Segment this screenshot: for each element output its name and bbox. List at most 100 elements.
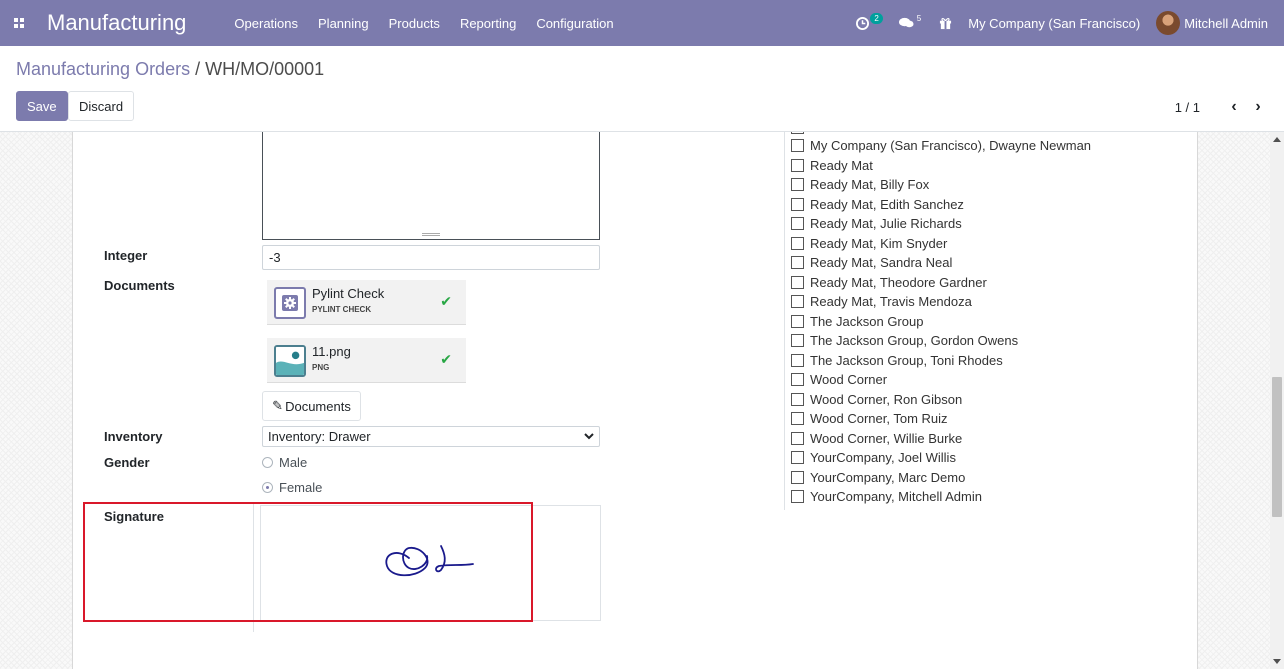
checkbox-label: The Jackson Group xyxy=(810,313,924,329)
menu-reporting[interactable]: Reporting xyxy=(460,16,516,31)
add-documents-button[interactable]: ✎ Documents xyxy=(262,391,361,421)
checkbox[interactable] xyxy=(791,256,804,269)
discard-button[interactable]: Discard xyxy=(68,91,135,121)
inventory-select[interactable]: Inventory: Drawer xyxy=(262,426,600,447)
document-card[interactable]: 11.png PNG ✔ xyxy=(267,338,466,383)
checkbox[interactable] xyxy=(791,275,804,289)
checkbox-item[interactable]: YourCompany, Joel Willis xyxy=(791,450,956,465)
checkbox-item[interactable]: ​ xyxy=(791,132,810,135)
radio-button[interactable] xyxy=(262,482,273,493)
checkbox[interactable] xyxy=(791,139,804,152)
checkbox[interactable] xyxy=(791,178,804,191)
checkbox[interactable] xyxy=(791,295,804,308)
document-name: Pylint Check xyxy=(312,286,385,301)
checkbox[interactable] xyxy=(791,132,804,134)
gender-option-male[interactable]: Male xyxy=(262,455,307,470)
checkbox[interactable] xyxy=(791,431,804,445)
document-type: PYLINT CHECK xyxy=(312,305,372,314)
checkbox-label: YourCompany, Marc Demo xyxy=(810,469,966,485)
radio-button[interactable] xyxy=(262,457,273,468)
checkbox[interactable] xyxy=(791,490,804,503)
signature-field[interactable] xyxy=(260,505,601,621)
pager: 1 / 1 ‹ › xyxy=(1175,98,1268,116)
signature-label: Signature xyxy=(104,509,164,524)
app-title[interactable]: Manufacturing xyxy=(47,10,186,36)
activity-button[interactable]: 2 xyxy=(856,12,883,30)
menu-operations[interactable]: Operations xyxy=(234,16,298,31)
inventory-label: Inventory xyxy=(104,429,163,444)
save-button[interactable]: Save xyxy=(16,91,68,121)
checkbox[interactable] xyxy=(791,314,804,328)
text-field[interactable] xyxy=(262,132,600,240)
checkbox[interactable] xyxy=(791,451,804,464)
checkbox-label: YourCompany, Mitchell Admin xyxy=(810,489,982,504)
checkbox-item[interactable]: The Jackson Group xyxy=(791,314,923,329)
checkbox-item[interactable]: The Jackson Group, Toni Rhodes xyxy=(791,353,1003,368)
checkbox[interactable] xyxy=(791,158,804,172)
field-divider xyxy=(253,502,254,632)
checkbox-item[interactable]: Ready Mat xyxy=(791,158,873,173)
checkbox[interactable] xyxy=(791,353,804,367)
checkbox-label: Ready Mat, Julie Richards xyxy=(810,216,962,231)
checkbox-item[interactable]: The Jackson Group, Gordon Owens xyxy=(791,333,1018,348)
scrollbar-thumb[interactable] xyxy=(1272,377,1282,517)
paperclip-icon: ✎ xyxy=(272,398,284,413)
gender-option-female[interactable]: Female xyxy=(262,480,322,495)
chevron-right-icon[interactable]: › xyxy=(1248,98,1268,116)
chevron-left-icon[interactable]: ‹ xyxy=(1224,98,1244,116)
checkbox[interactable] xyxy=(791,470,804,484)
check-icon: ✔ xyxy=(440,351,452,367)
checkbox-label: YourCompany, Joel Willis xyxy=(810,450,956,465)
messages-button[interactable]: 5 xyxy=(898,14,923,29)
checkbox-item[interactable]: Ready Mat, Edith Sanchez xyxy=(791,197,964,212)
clock-icon xyxy=(856,16,870,30)
checkbox[interactable] xyxy=(791,392,804,406)
radio-label: Female xyxy=(279,480,323,495)
document-card[interactable]: Pylint Check PYLINT CHECK ✔ xyxy=(267,280,466,325)
checkbox-item[interactable]: Ready Mat, Julie Richards xyxy=(791,216,962,231)
checkbox-label: Wood Corner, Willie Burke xyxy=(810,430,963,446)
user-menu[interactable]: Mitchell Admin xyxy=(1156,11,1268,35)
breadcrumb-parent[interactable]: Manufacturing Orders xyxy=(16,59,190,79)
form-sheet: Integer -3 Documents Pylint Check PYLINT… xyxy=(72,132,1198,669)
checkbox-item[interactable]: Ready Mat, Kim Snyder xyxy=(791,236,947,251)
menu-products[interactable]: Products xyxy=(389,16,440,31)
radio-label: Male xyxy=(279,455,308,470)
apps-grid-icon[interactable] xyxy=(0,0,38,46)
checkbox-item[interactable]: Wood Corner, Tom Ruiz xyxy=(791,411,948,426)
checkbox[interactable] xyxy=(791,236,804,250)
checkbox-item[interactable]: Ready Mat, Travis Mendoza xyxy=(791,294,972,309)
checkbox-label: Ready Mat, Theodore Gardner xyxy=(810,274,987,290)
integer-label: Integer xyxy=(104,248,148,263)
checkbox[interactable] xyxy=(791,373,804,386)
checkbox-label: Ready Mat xyxy=(810,157,873,173)
checkbox-item[interactable]: Ready Mat, Billy Fox xyxy=(791,177,929,192)
gift-button[interactable] xyxy=(939,17,952,30)
integer-input[interactable]: -3 xyxy=(262,245,600,270)
checkbox-label: Wood Corner xyxy=(810,372,888,387)
partners-checkbox-list: ​ My Company (San Francisco), Dwayne New… xyxy=(784,132,1184,510)
company-switcher[interactable]: My Company (San Francisco) xyxy=(968,16,1140,31)
checkbox-item[interactable]: Wood Corner, Willie Burke xyxy=(791,431,962,446)
gender-label: Gender xyxy=(104,455,150,470)
checkbox-label: My Company (San Francisco), Dwayne Newma… xyxy=(810,138,1092,153)
checkbox-item[interactable]: My Company (San Francisco), Dwayne Newma… xyxy=(791,138,1091,153)
checkbox-item[interactable]: Wood Corner xyxy=(791,372,887,387)
scroll-down-arrow-icon[interactable] xyxy=(1273,659,1281,664)
checkbox-item[interactable]: YourCompany, Mitchell Admin xyxy=(791,489,982,504)
checkbox[interactable] xyxy=(791,217,804,230)
menu-planning[interactable]: Planning xyxy=(318,16,369,31)
pager-value[interactable]: 1 / 1 xyxy=(1175,100,1200,115)
checkbox-item[interactable]: Ready Mat, Sandra Neal xyxy=(791,255,952,270)
checkbox[interactable] xyxy=(791,197,804,211)
checkbox-item[interactable]: Wood Corner, Ron Gibson xyxy=(791,392,962,407)
checkbox-item[interactable]: Ready Mat, Theodore Gardner xyxy=(791,275,987,290)
checkbox-item[interactable]: YourCompany, Marc Demo xyxy=(791,470,965,485)
vertical-scrollbar[interactable] xyxy=(1270,132,1284,669)
menu-configuration[interactable]: Configuration xyxy=(536,16,613,31)
scroll-up-arrow-icon[interactable] xyxy=(1273,137,1281,142)
checkbox[interactable] xyxy=(791,412,804,425)
gear-icon xyxy=(274,287,306,319)
checkbox[interactable] xyxy=(791,334,804,347)
resize-grip-icon[interactable] xyxy=(422,233,440,236)
